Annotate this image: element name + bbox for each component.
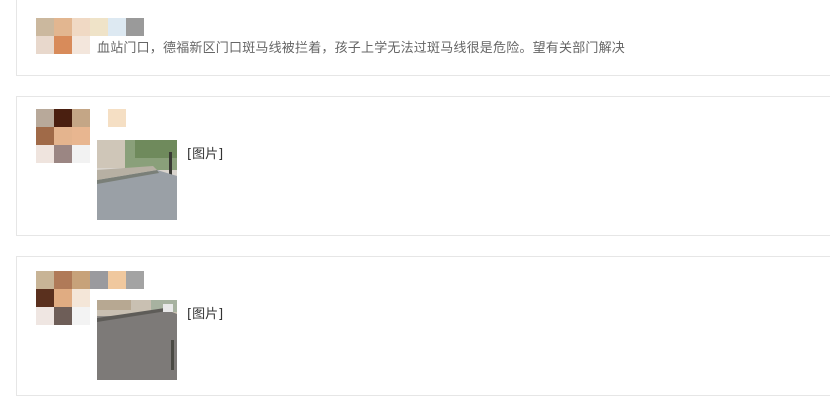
username[interactable] xyxy=(90,18,144,36)
username[interactable] xyxy=(108,109,126,127)
attached-photo[interactable] xyxy=(97,140,177,220)
comment-card: [图片] xyxy=(16,256,830,396)
avatar[interactable] xyxy=(36,18,90,54)
avatar[interactable] xyxy=(36,271,90,325)
street-photo-image xyxy=(97,140,177,220)
image-placeholder-label: [图片] xyxy=(187,147,224,162)
comment-text: 血站门口，德福新区门口斑马线被拦着，孩子上学无法过斑马线很是危险。望有关部门解决 xyxy=(97,41,626,56)
street-photo-image xyxy=(97,300,177,380)
comment-card: 血站门口，德福新区门口斑马线被拦着，孩子上学无法过斑马线很是危险。望有关部门解决 xyxy=(16,0,830,76)
username[interactable] xyxy=(90,271,144,289)
image-placeholder-label: [图片] xyxy=(187,307,224,322)
comment-card: [图片] xyxy=(16,96,830,236)
avatar[interactable] xyxy=(36,109,90,163)
attached-photo[interactable] xyxy=(97,300,177,380)
